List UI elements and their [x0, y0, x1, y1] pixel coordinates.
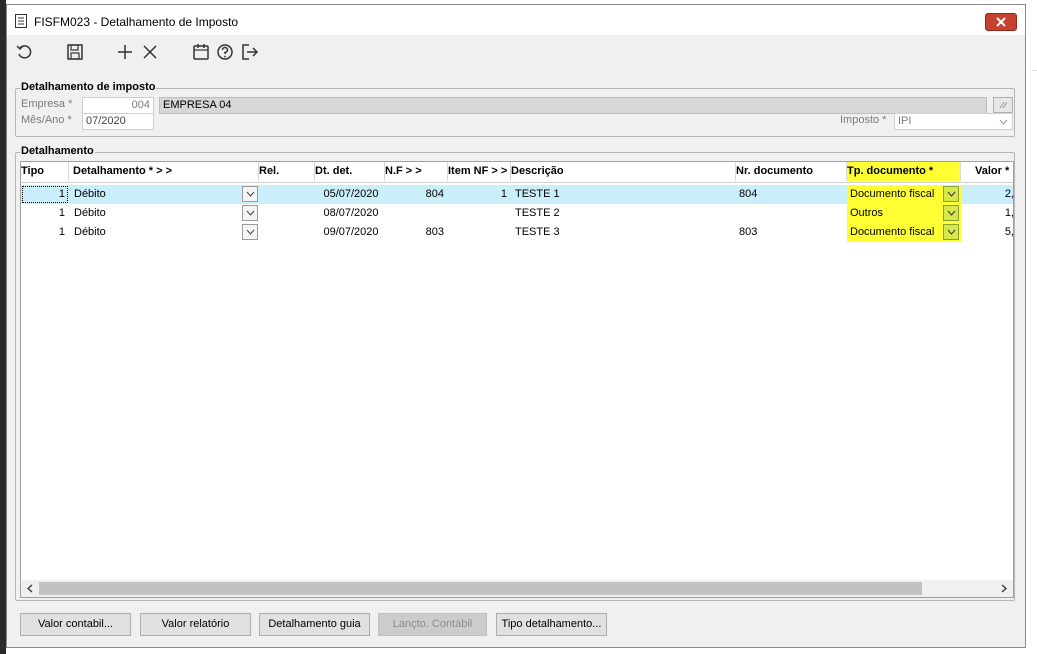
- background-divider: [1031, 70, 1037, 71]
- table-row[interactable]: 1 Débito 08/07/2020 TESTE 2 Outros 1,: [21, 204, 1013, 223]
- help-icon[interactable]: [215, 42, 235, 62]
- imposto-select[interactable]: IPI: [894, 113, 1013, 130]
- grid-header: Tipo Detalhamento * > > Rel. Dt. det. N.…: [21, 162, 1013, 183]
- cell-nf[interactable]: [385, 204, 448, 223]
- document-icon: [15, 14, 27, 28]
- imposto-label: Imposto *: [840, 114, 887, 126]
- cell-descricao[interactable]: TESTE 2: [511, 204, 736, 223]
- cell-detalhamento[interactable]: Débito: [71, 204, 241, 223]
- valor-contabil-button[interactable]: Valor contabil...: [20, 613, 131, 636]
- cell-detalhamento[interactable]: Débito: [71, 185, 241, 204]
- col-nf[interactable]: N.F > >: [385, 162, 448, 181]
- cell-detalhamento[interactable]: Débito: [71, 223, 241, 242]
- col-nrdoc[interactable]: Nr. documento: [736, 162, 847, 181]
- cell-valor[interactable]: 2,: [961, 185, 1013, 204]
- chevron-down-icon: [947, 191, 956, 197]
- mesano-field[interactable]: 07/2020: [82, 113, 154, 130]
- detalhamento-dropdown[interactable]: [242, 224, 258, 240]
- add-icon[interactable]: [115, 42, 135, 62]
- cell-nf[interactable]: 803: [385, 223, 448, 242]
- cell-dtdet[interactable]: 05/07/2020: [315, 185, 387, 204]
- cell-nrdoc[interactable]: 803: [736, 223, 847, 242]
- tpdoc-dropdown[interactable]: [943, 186, 959, 202]
- save-icon[interactable]: [65, 42, 85, 62]
- cell-tipo[interactable]: 1: [21, 223, 69, 242]
- tax-detail-group-title: Detalhamento de imposto: [20, 81, 157, 93]
- chevron-down-icon: [947, 229, 956, 235]
- window-title: FISFM023 - Detalhamento de Imposto: [34, 15, 239, 29]
- col-tipo[interactable]: Tipo: [21, 162, 69, 181]
- col-descricao[interactable]: Descrição: [511, 162, 736, 181]
- cell-dtdet[interactable]: 09/07/2020: [315, 223, 387, 242]
- cell-rel[interactable]: [259, 185, 315, 204]
- cell-descricao[interactable]: TESTE 3: [511, 223, 736, 242]
- col-rel[interactable]: Rel.: [259, 162, 315, 181]
- cell-nrdoc[interactable]: [736, 204, 847, 223]
- detalhamento-dropdown[interactable]: [242, 205, 258, 221]
- table-row[interactable]: 1 Débito 09/07/2020 803 TESTE 3 803 Docu…: [21, 223, 1013, 242]
- close-button[interactable]: [985, 13, 1017, 31]
- empresa-lookup-button[interactable]: [993, 97, 1013, 113]
- cell-tipo[interactable]: 1: [21, 185, 69, 204]
- close-icon: [996, 17, 1006, 27]
- scrollbar-thumb[interactable]: [39, 582, 922, 595]
- cell-valor[interactable]: 1,: [961, 204, 1013, 223]
- detalhamento-guia-button[interactable]: Detalhamento guia: [259, 613, 370, 636]
- lancto-contabil-button: Lançto. Contábil: [378, 613, 487, 636]
- tax-detail-group: Detalhamento de imposto Empresa * 004 EM…: [15, 81, 1015, 137]
- col-tpdoc[interactable]: Tp. documento *: [847, 162, 961, 181]
- empresa-label: Empresa *: [21, 98, 73, 110]
- cell-itemnf[interactable]: 1: [448, 185, 511, 204]
- scroll-right-icon[interactable]: [997, 582, 1011, 595]
- horizontal-scrollbar[interactable]: [21, 580, 1013, 597]
- valor-relatorio-button[interactable]: Valor relatório: [140, 613, 251, 636]
- col-valor[interactable]: Valor *: [961, 162, 1013, 181]
- cell-rel[interactable]: [259, 204, 315, 223]
- cell-descricao[interactable]: TESTE 1: [511, 185, 736, 204]
- empresa-name-field: EMPRESA 04: [159, 97, 987, 114]
- cell-nrdoc[interactable]: 804: [736, 185, 847, 204]
- cell-tipo[interactable]: 1: [21, 204, 69, 223]
- imposto-value: IPI: [898, 115, 912, 127]
- detail-grid: Tipo Detalhamento * > > Rel. Dt. det. N.…: [20, 161, 1014, 598]
- chevron-down-icon: [947, 210, 956, 216]
- cell-dtdet[interactable]: 08/07/2020: [315, 204, 387, 223]
- chevron-down-icon: [999, 119, 1008, 125]
- mesano-label: Mês/Ano *: [21, 114, 72, 126]
- cell-valor[interactable]: 5,: [961, 223, 1013, 242]
- tipo-detalhamento-button[interactable]: Tipo detalhamento...: [496, 613, 607, 636]
- undo-icon[interactable]: [15, 42, 35, 62]
- col-itemnf[interactable]: Item NF > >: [448, 162, 511, 181]
- calendar-icon[interactable]: [191, 42, 211, 62]
- delete-icon[interactable]: [140, 42, 160, 62]
- cell-rel[interactable]: [259, 223, 315, 242]
- cell-nf[interactable]: 804: [385, 185, 448, 204]
- tpdoc-dropdown[interactable]: [943, 224, 959, 240]
- main-window: FISFM023 - Detalhamento de Imposto Detal…: [6, 4, 1026, 648]
- toolbar: [7, 35, 1025, 69]
- scroll-left-icon[interactable]: [23, 582, 37, 595]
- tpdoc-dropdown[interactable]: [943, 205, 959, 221]
- title-bar: FISFM023 - Detalhamento de Imposto: [7, 5, 1025, 35]
- cell-itemnf[interactable]: [448, 204, 511, 223]
- detalhamento-dropdown[interactable]: [242, 186, 258, 202]
- col-dtdet[interactable]: Dt. det.: [315, 162, 385, 181]
- empresa-code-field[interactable]: 004: [82, 97, 154, 114]
- lookup-icon: [999, 101, 1008, 109]
- col-detalhamento[interactable]: Detalhamento * > >: [69, 162, 259, 181]
- chevron-down-icon: [246, 229, 255, 235]
- chevron-down-icon: [246, 191, 255, 197]
- exit-icon[interactable]: [240, 42, 260, 62]
- table-row[interactable]: 1 Débito 05/07/2020 804 1 TESTE 1 804 Do…: [21, 185, 1013, 204]
- cell-itemnf[interactable]: [448, 223, 511, 242]
- detail-group-title: Detalhamento: [20, 145, 95, 157]
- chevron-down-icon: [246, 210, 255, 216]
